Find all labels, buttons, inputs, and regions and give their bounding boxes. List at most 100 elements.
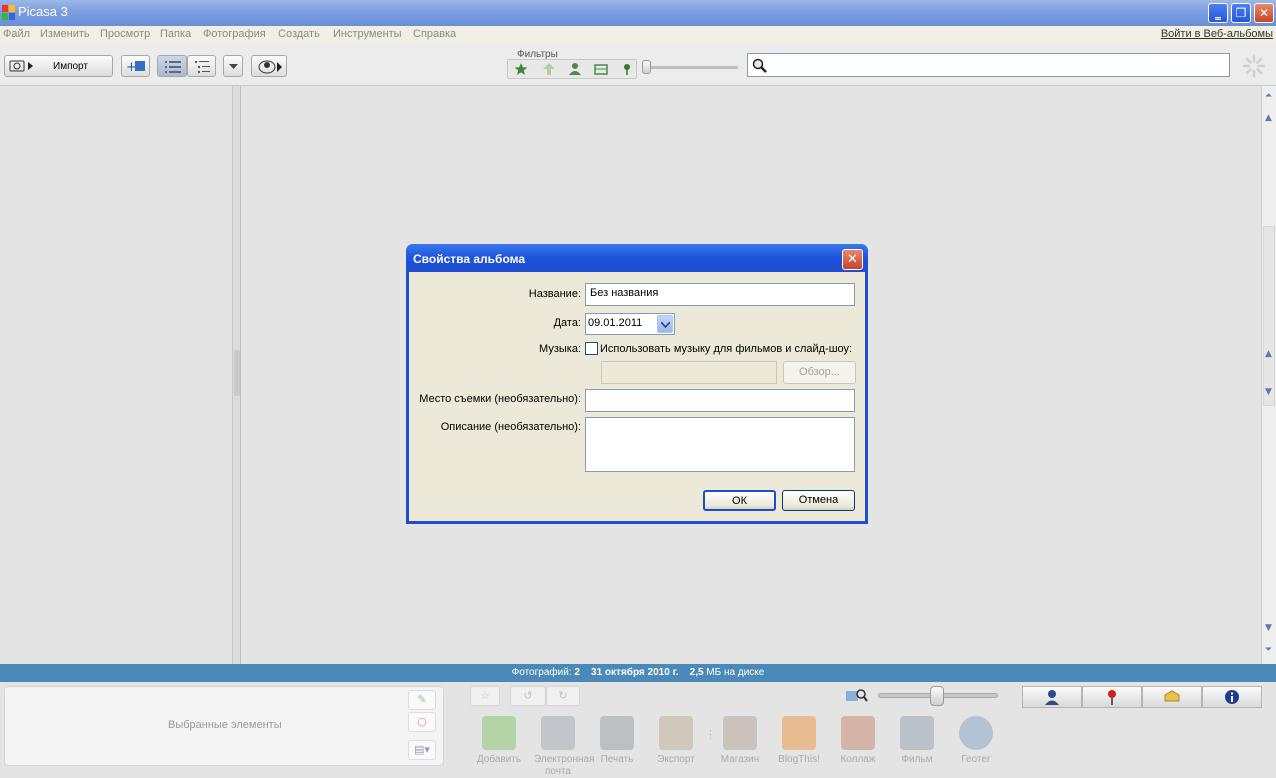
rotate-right-button[interactable]: ↻ xyxy=(546,686,580,706)
close-button[interactable]: ✕ xyxy=(1254,3,1274,23)
geotag-filter-icon[interactable] xyxy=(620,62,634,76)
app-title: Picasa 3 xyxy=(18,4,68,19)
action-label: Магазин xyxy=(720,754,760,765)
date-filter-slider[interactable] xyxy=(642,60,651,74)
action-label: Геотег xyxy=(961,754,991,765)
album-date-value: 09.01.2011 xyxy=(588,317,643,329)
music-label: Музыка: xyxy=(539,343,581,355)
chevron-down-icon xyxy=(661,322,670,328)
info-icon xyxy=(1225,690,1239,704)
action-shop[interactable]: Магазин xyxy=(716,716,764,766)
scroll-top-icon[interactable]: ⏶ xyxy=(1262,90,1275,103)
action-label: Фильм xyxy=(901,754,933,765)
album-date-picker[interactable]: 09.01.2011 xyxy=(585,313,675,335)
upload-icon xyxy=(482,716,516,750)
use-music-checkbox[interactable] xyxy=(585,342,598,355)
menu-help[interactable]: Справка xyxy=(413,28,456,40)
menu-folder[interactable]: Папка xyxy=(160,28,191,40)
clear-tray-button[interactable]: ○ xyxy=(408,712,436,732)
scroll-bottom-icon[interactable]: ⏷ xyxy=(1262,644,1275,657)
minimize-button[interactable]: ‗ xyxy=(1208,3,1228,23)
scroll-page-down-icon[interactable]: ▼ xyxy=(1262,386,1275,399)
description-field[interactable] xyxy=(585,417,855,472)
tree-view-button[interactable] xyxy=(187,55,216,77)
action-label: BlogThis! xyxy=(778,754,820,765)
print-icon xyxy=(600,716,634,750)
dropdown-button[interactable] xyxy=(223,55,243,77)
tags-panel-button[interactable] xyxy=(1142,686,1202,708)
chevron-down-icon xyxy=(229,64,238,69)
shop-icon xyxy=(723,716,757,750)
loading-spinner-icon xyxy=(1242,54,1266,78)
person-icon xyxy=(1045,690,1059,705)
cancel-button[interactable]: Отмена xyxy=(782,490,855,511)
close-icon: ✕ xyxy=(847,252,858,267)
clear-icon: ○ xyxy=(417,715,427,728)
folder-list-pane[interactable] xyxy=(0,86,233,664)
star-filter-icon[interactable] xyxy=(514,62,528,76)
description-label: Описание (необязательно): xyxy=(440,421,581,433)
menu-edit[interactable]: Изменить xyxy=(40,28,90,40)
menu-file[interactable]: Файл xyxy=(3,28,30,40)
scroll-up-icon[interactable]: ▲ xyxy=(1262,112,1275,125)
menu-tools[interactable]: Инструменты xyxy=(333,28,402,40)
action-label: Печать xyxy=(600,754,634,765)
slideshow-icon xyxy=(258,60,282,74)
dialog-close-button[interactable]: ✕ xyxy=(842,249,863,270)
action-print[interactable]: Печать xyxy=(593,716,641,766)
album-name-label: Название: xyxy=(528,288,581,300)
action-blogthis[interactable]: BlogThis! xyxy=(775,716,823,766)
web-albums-signin-link[interactable]: Войти в Веб-альбомы xyxy=(1161,28,1273,40)
tray-album-button[interactable]: ▤▾ xyxy=(408,740,436,760)
list-view-icon xyxy=(165,61,181,73)
date-dropdown-button[interactable] xyxy=(657,315,673,333)
add-to-album-button[interactable]: + xyxy=(121,55,150,77)
list-view-button[interactable] xyxy=(157,55,187,77)
menu-photo[interactable]: Фотография xyxy=(203,28,266,40)
music-file-field xyxy=(601,361,777,384)
movie-filter-icon[interactable] xyxy=(594,62,608,76)
album-icon: ▤▾ xyxy=(414,743,430,756)
star-button[interactable]: ☆ xyxy=(470,686,500,706)
place-label: Место съемки (необязательно): xyxy=(419,393,581,405)
separator-dots: ⋮ xyxy=(705,728,716,741)
places-panel-button[interactable] xyxy=(1082,686,1142,708)
use-music-label: Использовать музыку для фильмов и слайд-… xyxy=(600,343,853,355)
pane-splitter[interactable] xyxy=(233,86,241,664)
restore-icon: ❐ xyxy=(1235,6,1247,20)
ok-button[interactable]: ОК xyxy=(703,490,776,511)
people-panel-button[interactable] xyxy=(1022,686,1082,708)
action-label: Экспорт xyxy=(657,754,695,765)
scroll-down-icon[interactable]: ▼ xyxy=(1262,622,1275,635)
info-panel-button[interactable] xyxy=(1202,686,1262,708)
album-date-label: Дата: xyxy=(553,317,581,329)
hold-pin-button[interactable]: ✎ xyxy=(408,690,436,710)
tray-label: Выбранные элементы xyxy=(168,719,282,731)
upload-filter-icon[interactable] xyxy=(542,62,556,76)
thumbnail-size-slider[interactable] xyxy=(930,686,944,706)
disk-size-unit: МБ на диске xyxy=(706,667,765,678)
scroll-page-up-icon[interactable]: ▲ xyxy=(1262,348,1275,361)
action-geotag[interactable]: Геотег xyxy=(952,716,1000,766)
menu-create[interactable]: Создать xyxy=(278,28,320,40)
search-input[interactable] xyxy=(747,53,1230,77)
browse-button[interactable]: Обзор... xyxy=(783,361,856,384)
photos-count-label: Фотографий: xyxy=(511,667,572,678)
action-collage[interactable]: Коллаж xyxy=(834,716,882,766)
splitter-handle[interactable] xyxy=(234,350,240,396)
action-email[interactable]: Электронная почта xyxy=(534,716,595,778)
scroll-thumb[interactable] xyxy=(1263,226,1275,406)
action-upload[interactable]: Добавить xyxy=(475,716,523,766)
action-export[interactable]: Экспорт xyxy=(652,716,700,766)
people-filter-icon[interactable] xyxy=(568,62,582,76)
action-label: Электронная почта xyxy=(534,754,595,777)
place-field[interactable] xyxy=(585,389,855,412)
restore-button[interactable]: ❐ xyxy=(1231,3,1251,23)
action-movie[interactable]: Фильм xyxy=(893,716,941,766)
menu-view[interactable]: Просмотр xyxy=(100,28,150,40)
rotate-left-button[interactable]: ↺ xyxy=(510,686,546,706)
vertical-scrollbar[interactable]: ⏶ ▲ ▲ ▼ ▼ ⏷ xyxy=(1261,86,1276,664)
slideshow-button[interactable] xyxy=(251,55,287,77)
album-name-field[interactable]: Без названия xyxy=(585,283,855,306)
email-icon xyxy=(541,716,575,750)
